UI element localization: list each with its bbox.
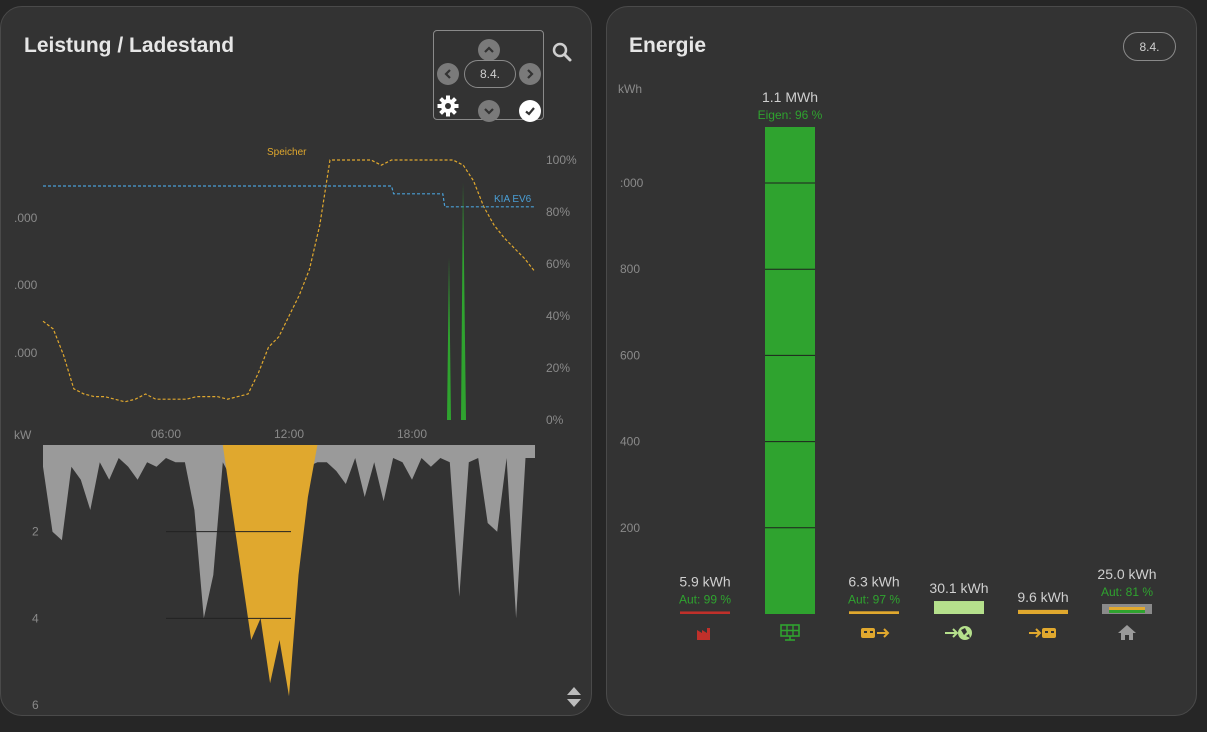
power-ytick: 2 [32, 525, 39, 539]
house-icon [1118, 625, 1136, 640]
energy-bar-group: 1.1 MWh Eigen: 96 % [758, 89, 823, 641]
energy-sub-label: Aut: 97 % [848, 592, 900, 606]
soc-line [43, 185, 535, 208]
left-axis-tick: .000 [14, 211, 38, 225]
energy-bar [849, 611, 899, 614]
energy-sub-label: Eigen: 96 % [758, 108, 823, 122]
sort-updown-icon[interactable] [565, 684, 583, 710]
left-axis-tick: .000 [14, 278, 38, 292]
energy-value-label: 6.3 kWh [848, 573, 899, 589]
power-chart: kW 2 4 6 [14, 428, 535, 712]
solar-spike [447, 257, 451, 420]
factory-icon [697, 628, 710, 640]
energy-value-label: 30.1 kWh [929, 580, 988, 596]
soc-line [42, 159, 536, 403]
energy-ylabel: kWh [618, 82, 642, 96]
power-ylabel: kW [14, 428, 32, 442]
grid-feed-in-icon [945, 626, 972, 640]
solar-spike [461, 182, 466, 420]
energy-bar-group: 5.9 kWh Aut: 99 % [679, 573, 731, 640]
energy-value-label: 9.6 kWh [1017, 589, 1068, 605]
energy-ytick: 400 [620, 435, 640, 449]
power-ytick: 6 [32, 698, 39, 712]
energy-card: Energie 8.4. kWh:000 800 600 400 200 5.9 kWh A… [606, 6, 1197, 716]
right-axis-tick: 40% [546, 309, 570, 323]
energy-ytick: :000 [620, 176, 644, 190]
right-axis-tick: 100% [546, 153, 577, 167]
battery-out-icon [861, 628, 890, 638]
energy-sub-label: Aut: 99 % [679, 592, 731, 606]
energy-value-label: 5.9 kWh [679, 573, 730, 589]
energy-bar [934, 601, 984, 614]
energy-value-label: 25.0 kWh [1097, 566, 1156, 582]
power-ytick: 4 [32, 611, 39, 625]
energy-ytick: 200 [620, 521, 640, 535]
left-axis-tick: .000 [14, 346, 38, 360]
energy-bar-group: 6.3 kWh Aut: 97 % [848, 573, 900, 638]
energy-bar-segment [1109, 610, 1145, 613]
energy-value-label: 1.1 MWh [762, 89, 818, 105]
energy-bar-segment [1109, 607, 1145, 610]
energy-bar [765, 127, 815, 614]
solar-panel-icon [780, 624, 800, 641]
soc-chart: .000.000.000 100%80%60%40%20%0% Speicher… [14, 147, 577, 441]
energy-bar-group: 9.6 kWh [1017, 589, 1069, 638]
energy-sub-label: Aut: 81 % [1101, 585, 1153, 599]
right-axis-tick: 20% [546, 361, 570, 375]
energy-bar-group: 30.1 kWh [929, 580, 989, 640]
energy-bar-group: 25.0 kWh Aut: 81 % [1097, 566, 1157, 640]
energy-ytick: 800 [620, 262, 640, 276]
right-axis-tick: 60% [546, 257, 570, 271]
energy-bar [680, 611, 730, 614]
energy-ytick: 600 [620, 348, 640, 362]
right-axis-tick: 80% [546, 205, 570, 219]
power-card: Leistung / Ladestand 8.4. .000 .000 .000… [0, 6, 592, 716]
battery-in-icon [1029, 628, 1056, 638]
series-label-storage: Speicher [267, 147, 307, 158]
energy-chart: kWh :000 800 600 400 200 5.9 kWh Aut: 99 % 1.1 M… [618, 82, 1157, 641]
energy-bar [1018, 609, 1068, 614]
series-label-ev: KIA EV6 [494, 194, 532, 205]
solar-power-spikes [447, 182, 466, 420]
